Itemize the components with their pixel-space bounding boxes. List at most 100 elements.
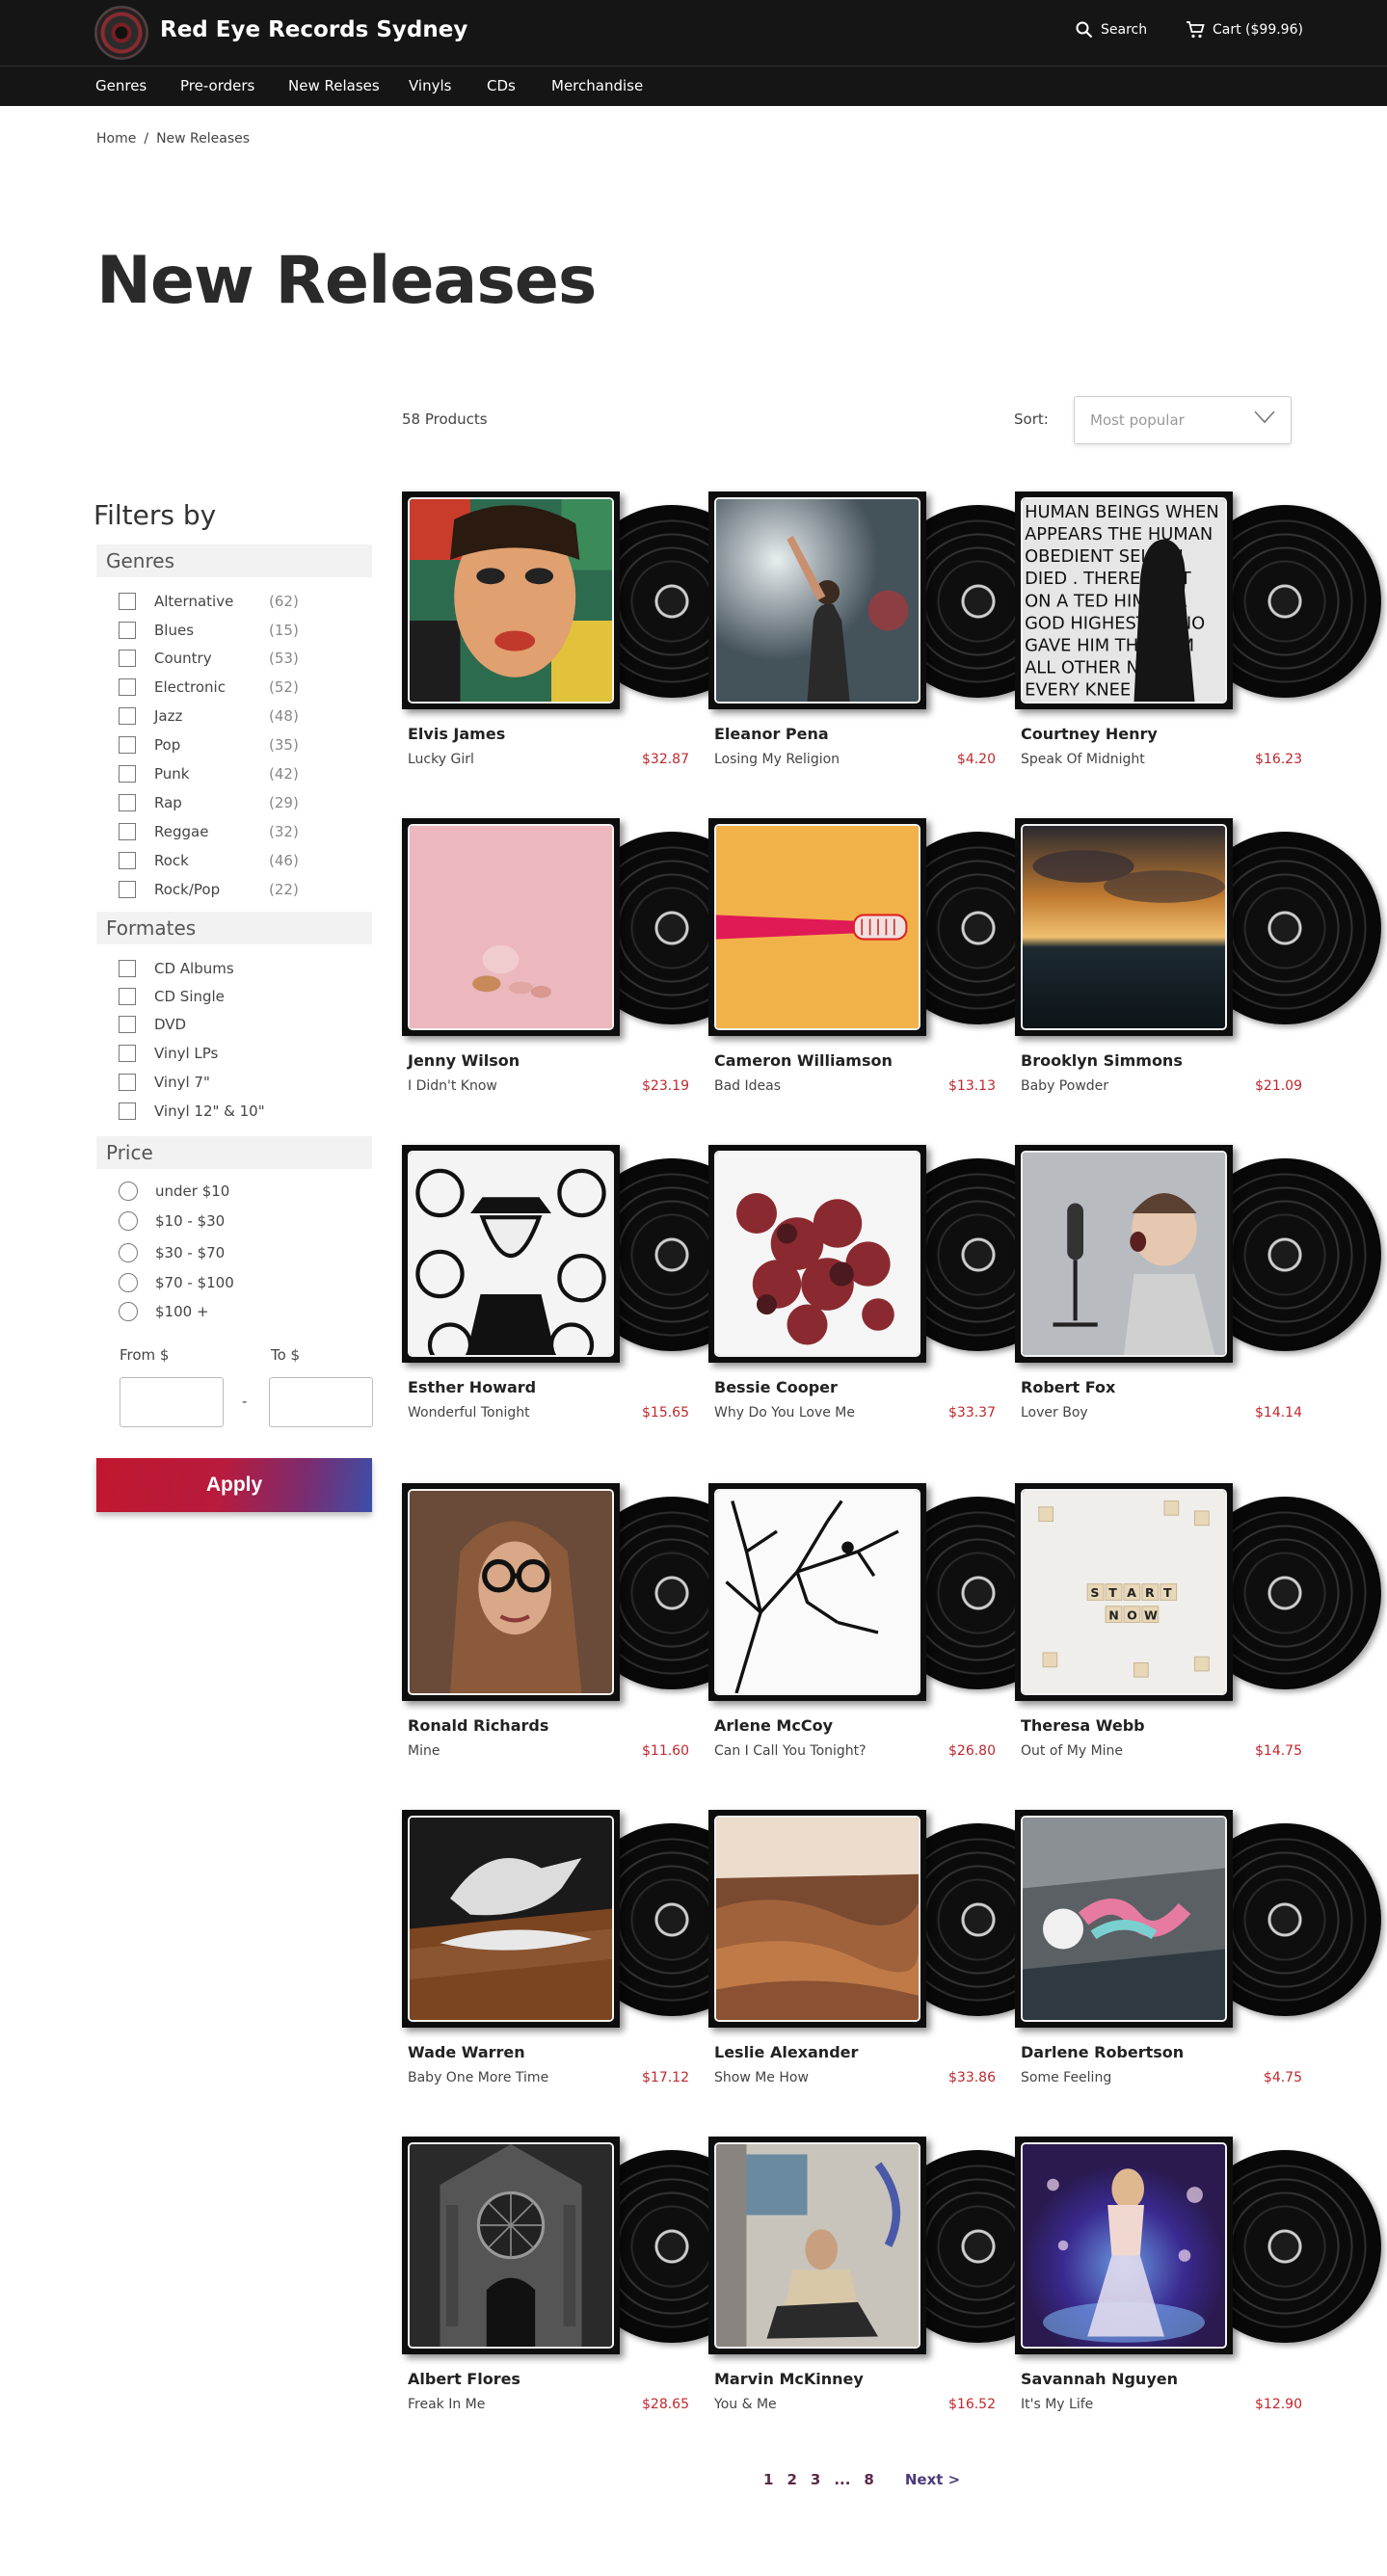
genre-filter-4[interactable]: Jazz xyxy=(119,705,182,727)
page-1[interactable]: 1 xyxy=(763,2471,773,2488)
product-card[interactable]: Albert Flores Freak In Me $28.65 xyxy=(402,2137,768,2435)
price-filter-3[interactable]: $70 - $100 xyxy=(119,1272,234,1293)
checkbox-icon[interactable] xyxy=(119,1045,136,1062)
genre-filter-6[interactable]: Punk xyxy=(119,763,189,784)
brand-name[interactable]: Red Eye Records Sydney xyxy=(160,17,467,42)
radio-icon[interactable] xyxy=(119,1273,138,1292)
product-card[interactable]: Robert Fox Lover Boy $14.14 xyxy=(1015,1145,1381,1444)
checkbox-icon[interactable] xyxy=(119,736,136,754)
price-section-header[interactable]: Price xyxy=(96,1136,372,1169)
price-filter-4[interactable]: $100 + xyxy=(119,1301,209,1322)
format-filter-2[interactable]: DVD xyxy=(119,1014,186,1035)
album-cover[interactable] xyxy=(402,818,620,1036)
from-price-input[interactable] xyxy=(120,1377,224,1427)
album-cover[interactable] xyxy=(1015,1810,1233,2028)
logo-icon[interactable] xyxy=(94,6,148,60)
price-filter-0[interactable]: under $10 xyxy=(119,1181,229,1202)
album-cover[interactable] xyxy=(402,1483,620,1701)
product-card[interactable]: Marvin McKinney You & Me $16.52 xyxy=(708,2137,1075,2435)
radio-icon[interactable] xyxy=(119,1211,138,1231)
product-artist[interactable]: Leslie Alexander xyxy=(714,2043,858,2061)
checkbox-icon[interactable] xyxy=(119,678,136,696)
genre-filter-1[interactable]: Blues xyxy=(119,620,194,641)
album-cover[interactable] xyxy=(1015,2137,1233,2354)
album-cover[interactable]: STARTNOW xyxy=(1015,1483,1233,1701)
product-card[interactable]: Eleanor Pena Losing My Religion $4.20 xyxy=(708,491,1075,790)
format-filter-5[interactable]: Vinyl 12" & 10" xyxy=(119,1101,265,1122)
radio-icon[interactable] xyxy=(119,1302,138,1321)
checkbox-icon[interactable] xyxy=(119,988,136,1005)
nav-merchandise[interactable]: Merchandise xyxy=(551,77,643,94)
album-cover[interactable] xyxy=(402,2137,620,2354)
checkbox-icon[interactable] xyxy=(119,765,136,783)
album-cover[interactable] xyxy=(708,2137,926,2354)
album-cover[interactable] xyxy=(402,1810,620,2028)
nav-new-releases[interactable]: New Relases xyxy=(288,77,380,94)
genre-filter-0[interactable]: Alternative xyxy=(119,591,233,612)
product-card[interactable]: Leslie Alexander Show Me How $33.86 xyxy=(708,1810,1075,2109)
genres-section-header[interactable]: Genres xyxy=(96,544,372,577)
format-filter-3[interactable]: Vinyl LPs xyxy=(119,1043,218,1064)
format-filter-0[interactable]: CD Albums xyxy=(119,958,234,979)
checkbox-icon[interactable] xyxy=(119,593,136,610)
product-card[interactable]: Wade Warren Baby One More Time $17.12 xyxy=(402,1810,768,2109)
product-card[interactable]: Jenny Wilson I Didn't Know $23.19 xyxy=(402,818,768,1117)
product-artist[interactable]: Arlene McCoy xyxy=(714,1716,833,1735)
album-cover[interactable] xyxy=(1015,818,1233,1036)
product-card[interactable]: Ronald Richards Mine $11.60 xyxy=(402,1483,768,1782)
album-cover[interactable] xyxy=(402,491,620,709)
product-artist[interactable]: Jenny Wilson xyxy=(408,1051,520,1070)
product-artist[interactable]: Marvin McKinney xyxy=(714,2370,864,2388)
genre-filter-7[interactable]: Rap xyxy=(119,792,182,813)
product-artist[interactable]: Darlene Robertson xyxy=(1021,2043,1184,2061)
product-artist[interactable]: Bessie Cooper xyxy=(714,1378,838,1396)
product-card[interactable]: Bessie Cooper Why Do You Love Me $33.37 xyxy=(708,1145,1075,1444)
format-filter-1[interactable]: CD Single xyxy=(119,986,225,1007)
checkbox-icon[interactable] xyxy=(119,852,136,869)
to-price-input[interactable] xyxy=(269,1377,373,1427)
product-card[interactable]: Arlene McCoy Can I Call You Tonight? $26.8… xyxy=(708,1483,1075,1782)
page-3[interactable]: 3 xyxy=(811,2471,820,2488)
product-artist[interactable]: Ronald Richards xyxy=(408,1716,548,1735)
checkbox-icon[interactable] xyxy=(119,650,136,667)
genre-filter-10[interactable]: Rock/Pop xyxy=(119,879,220,900)
product-artist[interactable]: Wade Warren xyxy=(408,2043,525,2061)
genre-filter-8[interactable]: Reggae xyxy=(119,821,208,842)
product-artist[interactable]: Brooklyn Simmons xyxy=(1021,1051,1183,1070)
genre-filter-2[interactable]: Country xyxy=(119,648,212,669)
checkbox-icon[interactable] xyxy=(119,707,136,725)
product-card[interactable]: Brooklyn Simmons Baby Powder $21.09 xyxy=(1015,818,1381,1117)
album-cover[interactable] xyxy=(708,491,926,709)
nav-cds[interactable]: CDs xyxy=(487,77,516,94)
breadcrumb-home[interactable]: Home xyxy=(96,131,136,146)
genre-filter-3[interactable]: Electronic xyxy=(119,677,226,698)
album-cover[interactable] xyxy=(708,1810,926,2028)
product-card[interactable]: Cameron Williamson Bad Ideas $13.13 xyxy=(708,818,1075,1117)
album-cover[interactable]: HUMAN BEINGS WHEN HEAPPEARS THE HUMANOBE… xyxy=(1015,491,1233,709)
price-filter-2[interactable]: $30 - $70 xyxy=(119,1242,225,1263)
album-cover[interactable] xyxy=(708,1483,926,1701)
search-button[interactable]: Search xyxy=(1076,21,1147,39)
product-artist[interactable]: Savannah Nguyen xyxy=(1021,2370,1178,2388)
product-artist[interactable]: Elvis James xyxy=(408,725,505,743)
cart-button[interactable]: Cart ($99.96) xyxy=(1186,21,1303,39)
nav-vinyls[interactable]: Vinyls xyxy=(409,77,451,94)
product-artist[interactable]: Courtney Henry xyxy=(1021,725,1158,743)
product-card[interactable]: Darlene Robertson Some Feeling $4.75 xyxy=(1015,1810,1381,2109)
product-artist[interactable]: Albert Flores xyxy=(408,2370,520,2388)
product-artist[interactable]: Theresa Webb xyxy=(1021,1716,1145,1735)
nav-pre-orders[interactable]: Pre-orders xyxy=(180,77,254,94)
album-cover[interactable] xyxy=(1015,1145,1233,1363)
checkbox-icon[interactable] xyxy=(119,881,136,898)
radio-icon[interactable] xyxy=(119,1182,138,1201)
sort-dropdown[interactable]: Most popular xyxy=(1074,396,1292,444)
formats-section-header[interactable]: Formates xyxy=(96,912,372,944)
page-8[interactable]: 8 xyxy=(864,2471,873,2488)
format-filter-4[interactable]: Vinyl 7" xyxy=(119,1072,210,1093)
checkbox-icon[interactable] xyxy=(119,794,136,811)
price-filter-1[interactable]: $10 - $30 xyxy=(119,1210,225,1232)
apply-button[interactable]: Apply xyxy=(96,1458,372,1512)
product-artist[interactable]: Esther Howard xyxy=(408,1378,536,1396)
product-card[interactable]: Elvis James Lucky Girl $32.87 xyxy=(402,491,768,790)
genre-filter-5[interactable]: Pop xyxy=(119,734,180,756)
